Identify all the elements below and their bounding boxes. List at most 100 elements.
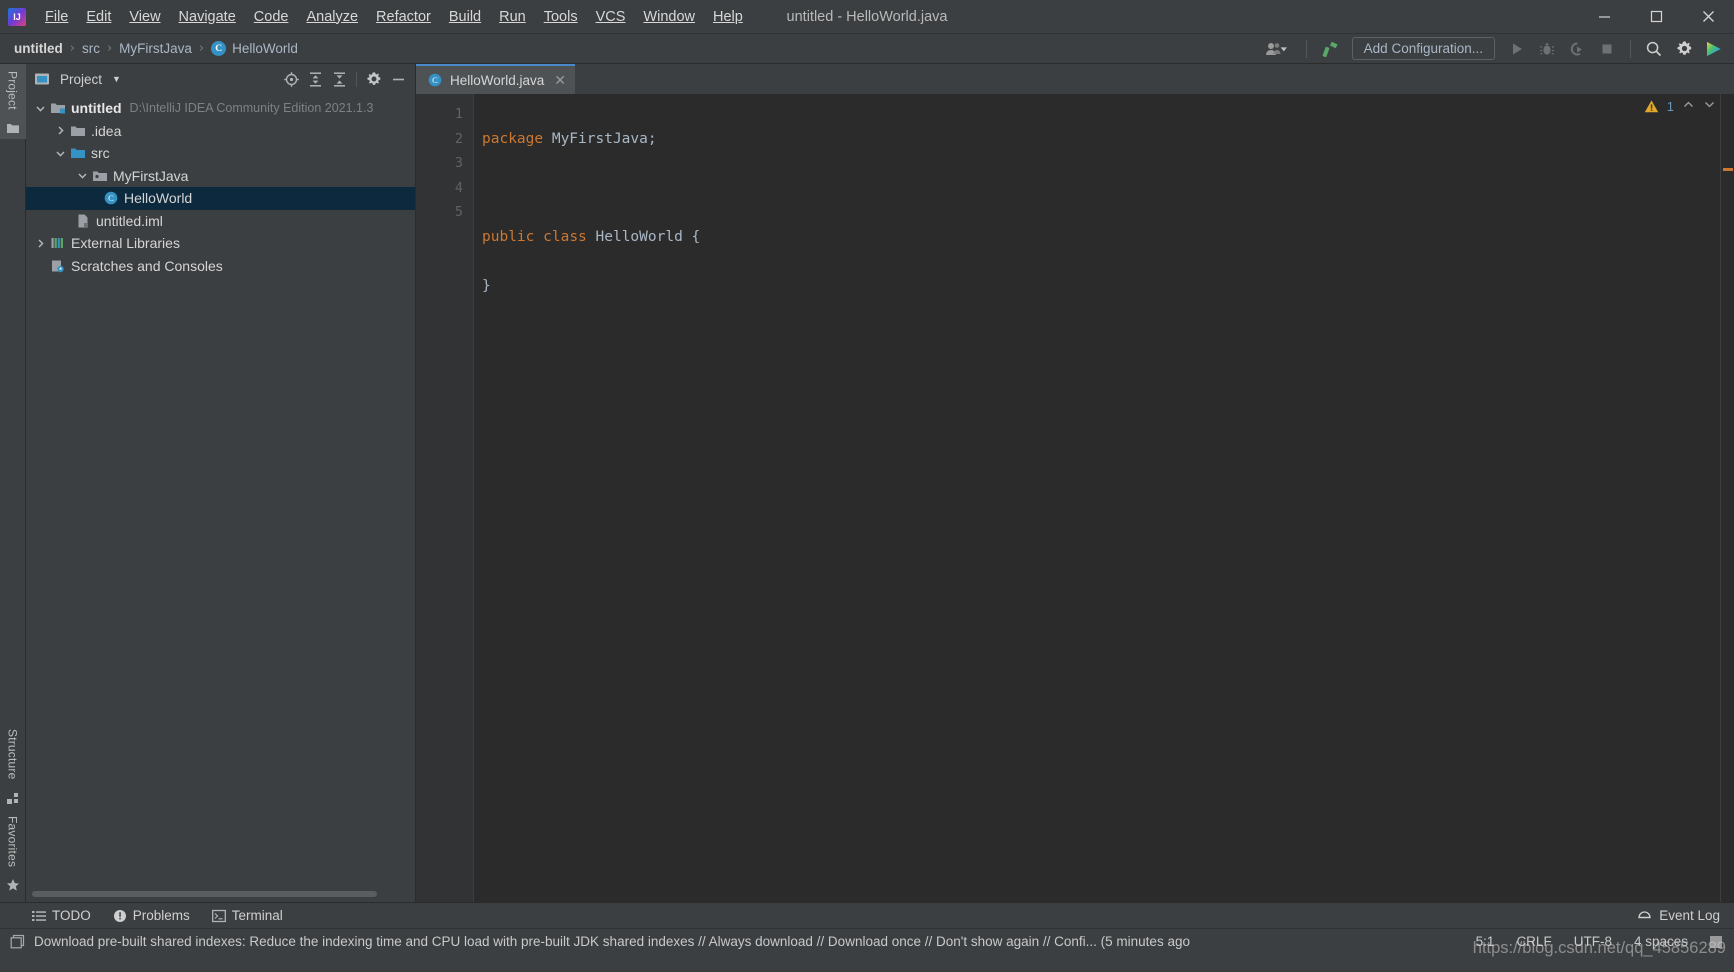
search-everywhere-button[interactable] [1640, 37, 1668, 61]
tree-item-helloworld-label: HelloWorld [124, 190, 193, 207]
user-account-button[interactable] [1257, 37, 1297, 61]
menu-window[interactable]: Window [634, 5, 704, 29]
run-with-coverage-icon [1570, 41, 1582, 55]
event-log-button[interactable]: Event Log [1637, 908, 1734, 923]
panel-divider [356, 71, 357, 87]
chevron-down-icon[interactable]: ▼ [112, 74, 121, 84]
breadcrumb-myfirstjava[interactable]: MyFirstJava [119, 41, 192, 56]
maximize-button[interactable] [1630, 0, 1682, 34]
hide-panel-button[interactable] [387, 68, 409, 90]
menu-build[interactable]: Build [440, 5, 490, 29]
previous-problem-button[interactable] [1682, 98, 1695, 114]
close-icon[interactable]: ✕ [554, 72, 566, 89]
close-button[interactable] [1682, 0, 1734, 34]
menu-edit-label: Edit [86, 8, 112, 25]
project-options-button[interactable] [363, 68, 385, 90]
token-keyword: public [482, 228, 535, 245]
menu-edit[interactable]: Edit [77, 5, 120, 29]
settings-button[interactable] [1670, 37, 1698, 61]
project-window-icon [35, 73, 49, 85]
tool-window-todo[interactable]: TODO [32, 908, 91, 923]
sidebar-item-structure[interactable]: Structure [6, 722, 20, 809]
breadcrumb-helloworld[interactable]: C HelloWorld [211, 41, 298, 56]
tab-helloworld-java[interactable]: C HelloWorld.java ✕ [416, 64, 576, 94]
breadcrumb-untitled[interactable]: untitled [14, 41, 63, 56]
menu-run[interactable]: Run [490, 5, 535, 29]
line-separator[interactable]: CRLF [1516, 934, 1551, 949]
menu-file[interactable]: File [36, 5, 77, 29]
intellij-idea-logo [8, 7, 26, 26]
project-panel-title: Project [60, 71, 103, 87]
file-encoding[interactable]: UTF-8 [1574, 934, 1612, 949]
breadcrumb-src[interactable]: src [82, 41, 100, 56]
minimize-button[interactable] [1578, 0, 1630, 34]
warning-marker[interactable] [1723, 168, 1733, 171]
select-opened-file-button[interactable] [280, 68, 302, 90]
menu-run-label: Run [499, 8, 526, 25]
menu-navigate-label: Navigate [178, 8, 236, 25]
libraries-icon [49, 235, 67, 251]
sidebar-item-favorites[interactable]: Favorites [6, 809, 20, 902]
write-access-icon[interactable] [1710, 935, 1722, 948]
menu-code[interactable]: Code [245, 5, 298, 29]
menu-vcs[interactable]: VCS [587, 5, 635, 29]
expand-all-button[interactable] [304, 68, 326, 90]
build-project-button[interactable] [1316, 37, 1344, 61]
tree-item-untitled-iml-label: untitled.iml [96, 212, 163, 229]
code-text[interactable]: package MyFirstJava; public class HelloW… [474, 94, 1720, 902]
rail-project-label: Project [5, 71, 20, 110]
status-message[interactable]: Download pre-built shared indexes: Reduc… [34, 934, 1190, 949]
run-button[interactable] [1503, 37, 1531, 61]
menu-refactor[interactable]: Refactor [367, 5, 440, 29]
chevron-down-icon[interactable] [32, 103, 49, 114]
menu-analyze[interactable]: Analyze [297, 5, 367, 29]
code-editor[interactable]: 1 2 3 4 5 package MyFirstJava; public cl… [416, 94, 1734, 902]
tree-item-idea[interactable]: .idea [26, 120, 415, 143]
chevron-right-icon[interactable] [32, 238, 49, 249]
notification-icon[interactable] [10, 934, 25, 949]
chevron-down-icon[interactable] [52, 148, 69, 159]
tree-item-untitled-iml[interactable]: untitled.iml [26, 210, 415, 233]
tree-item-untitled[interactable]: untitled D:\IntelliJ IDEA Community Edit… [26, 97, 415, 120]
tree-item-src[interactable]: src [26, 142, 415, 165]
tree-item-scratches-and-consoles[interactable]: Scratches and Consoles [26, 255, 415, 278]
problems-icon [113, 909, 126, 922]
collapse-all-button[interactable] [328, 68, 350, 90]
tree-item-myfirstjava[interactable]: MyFirstJava [26, 165, 415, 188]
stop-button[interactable] [1593, 37, 1621, 61]
project-tree[interactable]: untitled D:\IntelliJ IDEA Community Edit… [26, 94, 415, 902]
chevron-down-icon[interactable] [74, 170, 91, 181]
inspection-widget[interactable]: 1 [1644, 98, 1716, 114]
next-problem-button[interactable] [1703, 98, 1716, 114]
add-configuration-button[interactable]: Add Configuration... [1351, 37, 1495, 60]
tool-window-terminal[interactable]: Terminal [211, 908, 283, 923]
jetbrains-toolbox-button[interactable] [1700, 37, 1728, 61]
editor-marker-bar[interactable] [1720, 94, 1734, 902]
chevron-right-icon[interactable] [52, 125, 69, 136]
project-panel-header: Project ▼ [26, 64, 415, 94]
breadcrumb-separator: › [198, 41, 205, 56]
hide-icon [392, 78, 404, 80]
sidebar-item-project[interactable]: Project [0, 64, 26, 139]
indent-setting[interactable]: 4 spaces [1634, 934, 1688, 949]
tool-window-problems[interactable]: Problems [113, 908, 190, 923]
caret-position[interactable]: 5:1 [1476, 934, 1495, 949]
menu-help[interactable]: Help [704, 5, 752, 29]
jetbrains-toolbox-icon [1707, 41, 1721, 56]
java-class-icon: C [102, 190, 120, 206]
toolbar-actions: Add Configuration... [1257, 37, 1728, 61]
scratches-icon [49, 258, 67, 274]
main-area: Project Structure Favorites Project ▼ un… [0, 64, 1734, 902]
project-horizontal-scrollbar[interactable] [32, 891, 377, 897]
menu-view[interactable]: View [120, 5, 169, 29]
run-with-coverage-button[interactable] [1563, 37, 1591, 61]
select-opened-file-icon [283, 71, 299, 87]
token-brace: } [482, 278, 491, 295]
menu-navigate[interactable]: Navigate [170, 5, 245, 29]
tree-item-external-libraries[interactable]: External Libraries [26, 232, 415, 255]
menu-tools[interactable]: Tools [535, 5, 587, 29]
debug-button[interactable] [1533, 37, 1561, 61]
tree-item-helloworld[interactable]: C HelloWorld [26, 187, 415, 210]
